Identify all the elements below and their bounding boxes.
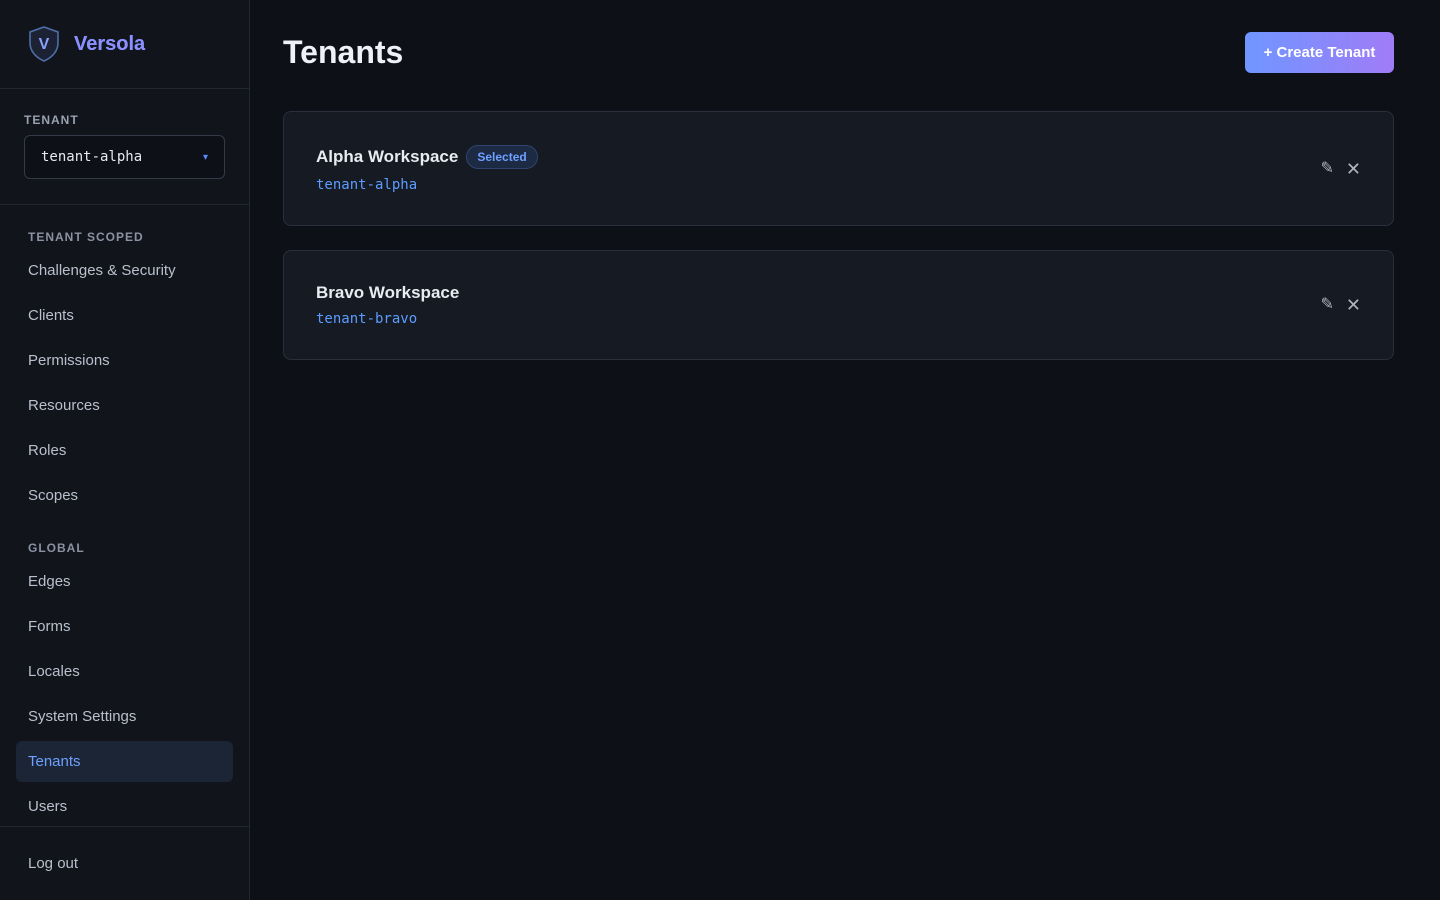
- sidebar-item-system-settings[interactable]: System Settings: [16, 696, 233, 737]
- tenant-select-value: tenant-alpha: [41, 149, 143, 165]
- edit-icon[interactable]: ✎: [1321, 160, 1334, 177]
- sidebar-item-users[interactable]: Users: [16, 786, 233, 827]
- tenant-card-title-row: Alpha Workspace Selected: [316, 144, 538, 169]
- tenant-slug: tenant-bravo: [316, 311, 418, 327]
- sidebar-item-edges[interactable]: Edges: [16, 561, 233, 602]
- edit-icon[interactable]: ✎: [1321, 297, 1334, 313]
- tenant-card-actions: ✎ ✕: [1321, 160, 1362, 178]
- delete-icon[interactable]: ✕: [1346, 160, 1361, 178]
- main-content: Tenants + Create Tenant Alpha Workspace …: [250, 0, 1440, 900]
- logo-letter: V: [39, 36, 50, 53]
- nav-group-label-tenant-scoped: TENANT SCOPED: [28, 230, 144, 244]
- sidebar-item-scopes[interactable]: Scopes: [16, 475, 233, 516]
- tenant-card-actions: ✎ ✕: [1321, 296, 1362, 314]
- tenant-card-title-row: Bravo Workspace: [316, 283, 459, 303]
- tenant-list: Alpha Workspace Selected tenant-alpha ✎ …: [283, 111, 1394, 360]
- tenant-name: Bravo Workspace: [316, 283, 460, 302]
- create-tenant-button[interactable]: + Create Tenant: [1245, 32, 1394, 73]
- sidebar-item-forms[interactable]: Forms: [16, 606, 233, 647]
- tenant-slug: tenant-alpha: [316, 176, 418, 193]
- sidebar-item-locales[interactable]: Locales: [16, 651, 233, 692]
- logout-button[interactable]: Log out: [28, 855, 78, 872]
- sidebar-item-roles[interactable]: Roles: [16, 430, 233, 471]
- tenant-selector-label: TENANT: [24, 113, 79, 127]
- sidebar-item-tenants[interactable]: Tenants: [16, 741, 233, 782]
- sidebar-item-permissions[interactable]: Permissions: [16, 340, 233, 381]
- tenant-card-alpha[interactable]: Alpha Workspace Selected tenant-alpha ✎ …: [283, 111, 1394, 226]
- tenant-card-bravo[interactable]: Bravo Workspace tenant-bravo ✎ ✕: [283, 250, 1394, 360]
- selected-badge: Selected: [466, 144, 538, 169]
- sidebar-item-challenges-security[interactable]: Challenges & Security: [16, 250, 233, 291]
- page-title: Tenants: [283, 34, 404, 70]
- page-header: Tenants + Create Tenant: [283, 32, 1394, 73]
- brand-name: Versola: [74, 32, 146, 55]
- tenant-card-info: Bravo Workspace tenant-bravo: [316, 283, 459, 327]
- delete-icon[interactable]: ✕: [1346, 296, 1361, 314]
- sidebar-nav: TENANT SCOPED Challenges & Security Clie…: [0, 205, 249, 900]
- brand[interactable]: V Versola: [0, 0, 249, 89]
- nav-group-label-global: GLOBAL: [28, 541, 85, 555]
- tenant-name: Alpha Workspace: [316, 146, 459, 166]
- app-root: V Versola TENANT tenant-alpha ▾ TENANT S…: [0, 0, 1440, 900]
- sidebar-item-clients[interactable]: Clients: [16, 295, 233, 336]
- tenant-selector-section: TENANT tenant-alpha ▾: [0, 89, 249, 205]
- shield-logo-icon: V: [29, 26, 59, 62]
- sidebar-item-resources[interactable]: Resources: [16, 385, 233, 426]
- tenant-card-info: Alpha Workspace Selected tenant-alpha: [316, 144, 538, 193]
- sidebar: V Versola TENANT tenant-alpha ▾ TENANT S…: [0, 0, 250, 900]
- chevron-down-icon: ▾: [202, 151, 208, 163]
- tenant-select-dropdown[interactable]: tenant-alpha ▾: [24, 135, 225, 179]
- logout-area: Log out: [0, 826, 249, 900]
